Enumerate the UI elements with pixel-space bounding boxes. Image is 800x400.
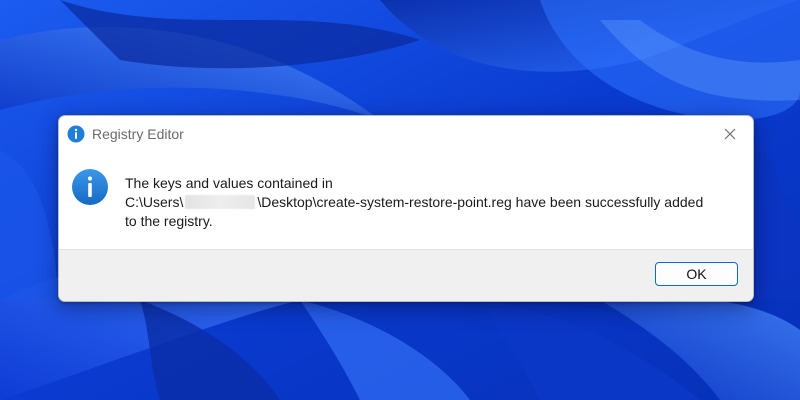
ok-button[interactable]: OK — [655, 262, 738, 286]
info-icon — [67, 125, 85, 143]
dialog-content: The keys and values contained in C:\User… — [59, 152, 753, 249]
dialog-message: The keys and values contained in C:\User… — [125, 174, 745, 231]
message-line-2: C:\Users\ \Desktop\create-system-restore-… — [125, 193, 745, 212]
redacted-username — [185, 195, 256, 209]
path-suffix: \Desktop\create-system-restore-point.reg… — [257, 194, 704, 210]
close-icon — [724, 128, 736, 140]
close-button[interactable] — [707, 116, 753, 152]
registry-editor-dialog: Registry Editor The keys and values cont… — [58, 115, 754, 302]
information-icon — [72, 169, 108, 205]
message-line-1: The keys and values contained in — [125, 175, 333, 191]
dialog-titlebar[interactable]: Registry Editor — [59, 116, 753, 152]
dialog-footer: OK — [59, 249, 753, 301]
dialog-title: Registry Editor — [92, 126, 184, 142]
message-line-3: to the registry. — [125, 213, 213, 229]
desktop: Registry Editor The keys and values cont… — [0, 0, 800, 400]
path-prefix: C:\Users\ — [125, 194, 184, 210]
